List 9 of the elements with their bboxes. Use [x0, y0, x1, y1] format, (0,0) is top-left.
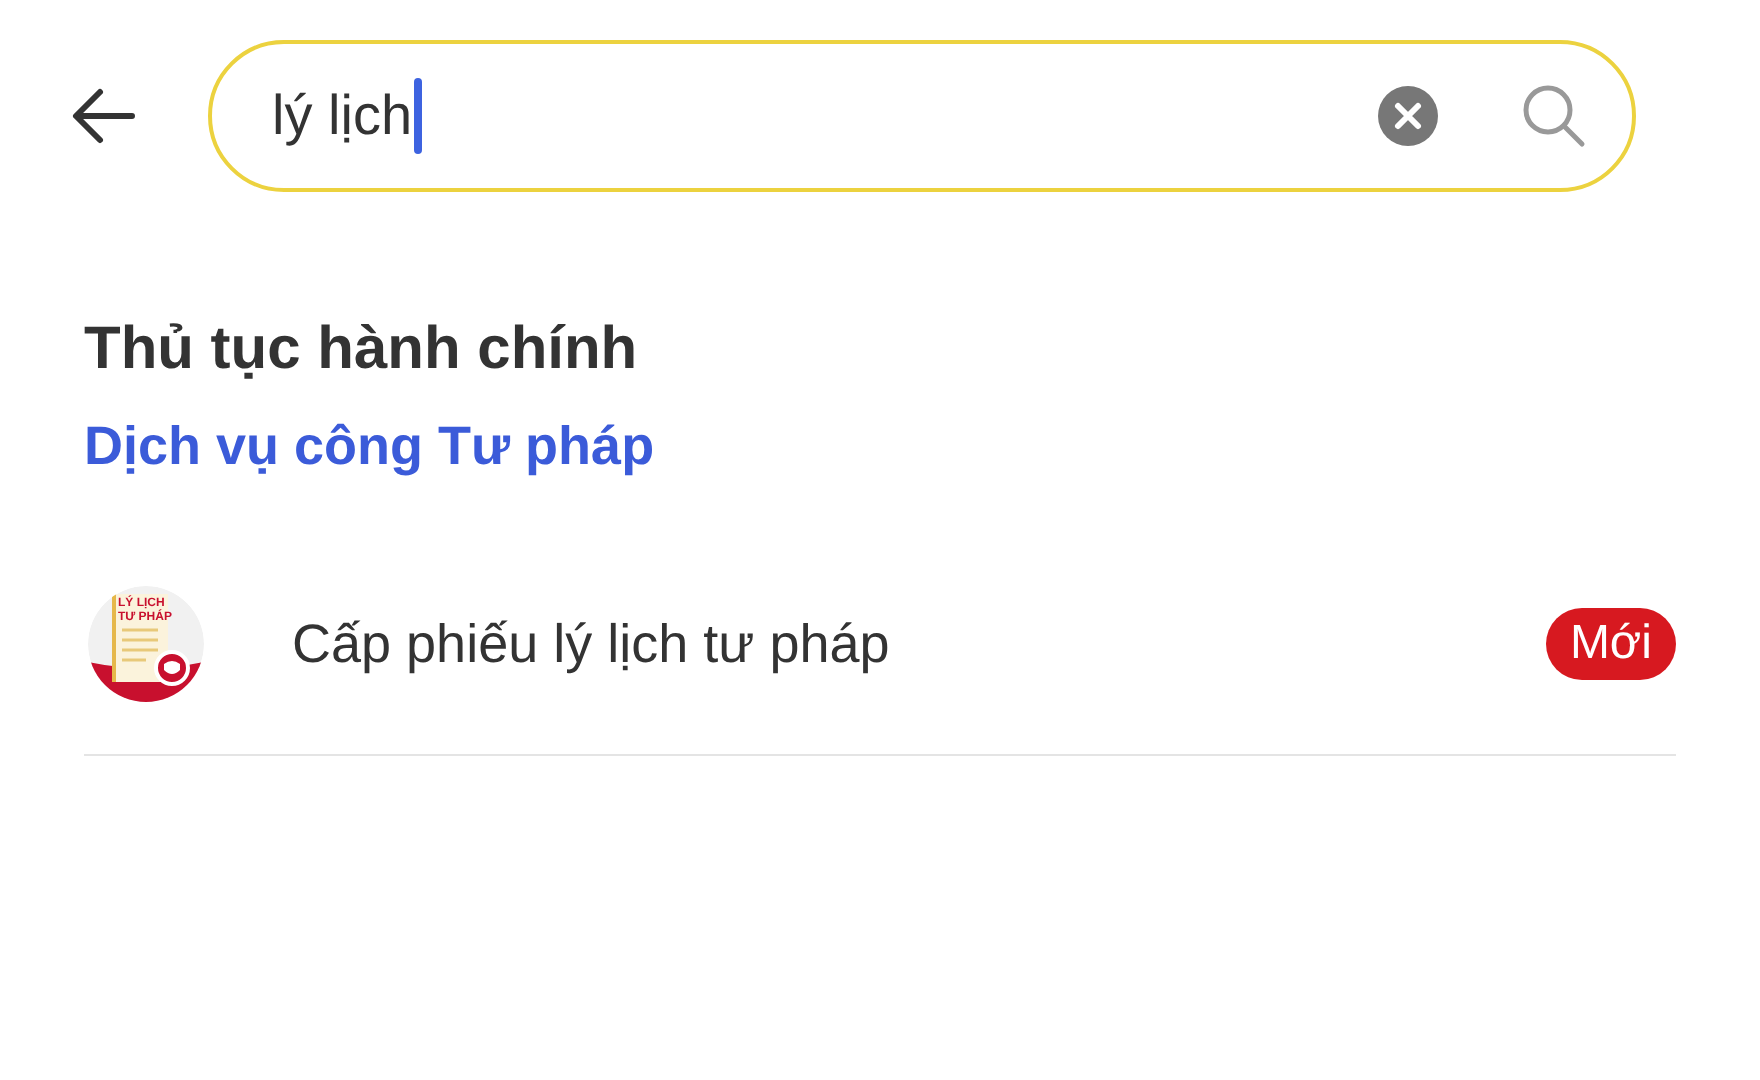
search-icon[interactable] [1520, 82, 1588, 150]
new-badge: Mới [1545, 608, 1676, 680]
category-link[interactable]: Dịch vụ công Tư pháp [84, 416, 655, 478]
section-title: Thủ tục hành chính [84, 316, 638, 384]
text-cursor [414, 78, 423, 154]
clear-icon[interactable] [1376, 84, 1440, 148]
search-field[interactable]: lý lịch [208, 40, 1636, 192]
document-drawing [88, 586, 204, 702]
procedure-title[interactable]: Cấp phiếu lý lịch tư pháp [292, 613, 1458, 675]
